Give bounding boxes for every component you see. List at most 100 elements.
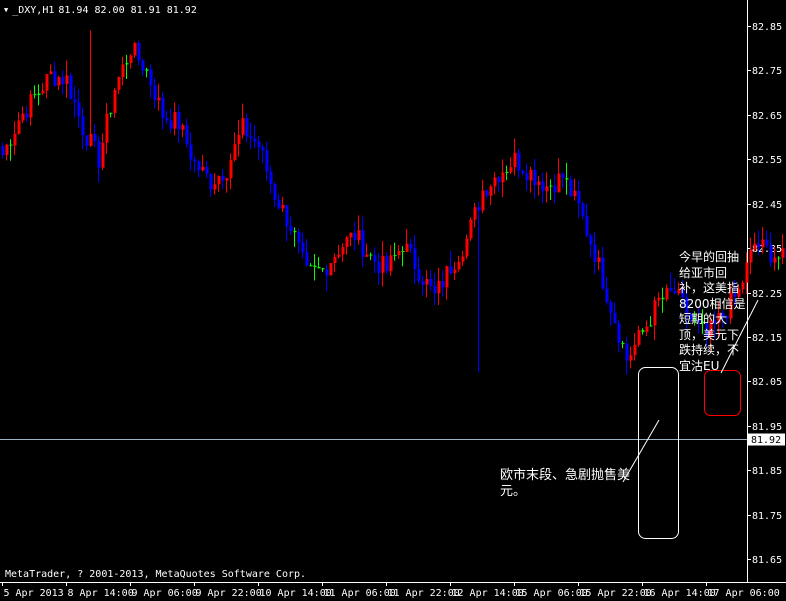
- candle-body: [33, 94, 37, 96]
- candle-body: [349, 232, 353, 238]
- candle-body: [665, 287, 669, 300]
- candle-body: [105, 113, 109, 143]
- candle-body: [293, 230, 297, 233]
- candle-body: [45, 74, 49, 91]
- time-tick-label: 17 Apr 06:00: [708, 588, 780, 599]
- candle-body: [449, 266, 453, 274]
- candle-body: [465, 238, 469, 257]
- candle-body: [521, 170, 525, 174]
- candle-body: [209, 173, 213, 190]
- time-tick-label: 5 Apr 2013: [4, 588, 64, 599]
- candle-body: [753, 243, 757, 250]
- candle-body: [633, 344, 637, 356]
- ohlc-readout: 81.94 82.00 81.91 81.92: [58, 4, 197, 16]
- candle-body: [577, 190, 581, 204]
- price-tick-label: 82.65: [752, 111, 782, 122]
- candle-body: [509, 167, 513, 172]
- candle-body: [385, 256, 389, 272]
- candle-body: [277, 200, 281, 209]
- candle-body: [553, 185, 557, 193]
- candle-body: [549, 185, 553, 187]
- candle-body: [81, 116, 85, 136]
- candle-body: [49, 71, 53, 75]
- candle-body: [137, 42, 141, 61]
- candle-body: [757, 243, 761, 248]
- candle-body: [149, 69, 153, 86]
- candle-body: [525, 173, 529, 181]
- time-tick-label: 15 Apr 22:00: [580, 588, 652, 599]
- dropdown-triangle-icon[interactable]: ▼: [4, 5, 8, 15]
- chart-window: 82.85 82.75 82.65 82.55 82.45 82.35 82.25 82.15…: [0, 0, 786, 601]
- candle-body: [21, 113, 25, 121]
- candle-body: [177, 112, 181, 130]
- selloff-annotation: 欧市末段、急剧抛售美元。: [500, 468, 631, 499]
- candle-body: [493, 177, 497, 187]
- candle-body: [269, 171, 273, 184]
- candle-body: [373, 255, 377, 262]
- price-tick-label: 82.55: [752, 155, 782, 166]
- candle-body: [561, 173, 565, 179]
- candle-body: [65, 75, 69, 85]
- candle-body: [453, 269, 457, 274]
- candle-body: [265, 150, 269, 172]
- candle-body: [477, 207, 481, 211]
- current-price-label: 81.92: [751, 435, 781, 446]
- candle-body: [257, 141, 261, 148]
- candle-body: [773, 257, 777, 263]
- candle-body: [261, 147, 265, 151]
- price-chart[interactable]: 82.85 82.75 82.65 82.55 82.45 82.35 82.25 82.15…: [0, 0, 786, 601]
- candle-body: [301, 242, 305, 253]
- candle-body: [397, 250, 401, 256]
- candle-body: [281, 204, 285, 209]
- candle-body: [461, 256, 465, 262]
- candle-body: [317, 267, 321, 269]
- candle-body: [325, 269, 329, 276]
- candle-body: [117, 77, 121, 90]
- candle-body: [129, 55, 133, 64]
- candle-body: [597, 257, 601, 262]
- candle-body: [401, 250, 405, 252]
- candle-body: [429, 279, 433, 286]
- time-tick-label: 16 Apr 14:00: [644, 588, 716, 599]
- price-tick-label: 82.45: [752, 200, 782, 211]
- candle-body: [97, 141, 101, 168]
- candle-body: [409, 243, 413, 249]
- candle-body: [189, 144, 193, 160]
- candle-body: [777, 257, 781, 259]
- candle-body: [365, 254, 369, 257]
- candle-body: [417, 268, 421, 281]
- candle-body: [469, 219, 473, 239]
- candle-body: [225, 178, 229, 181]
- candle-body: [353, 232, 357, 240]
- candle-body: [457, 261, 461, 270]
- candle-body: [565, 178, 569, 180]
- candle-body: [389, 255, 393, 272]
- candle-body: [413, 248, 417, 269]
- candle: [329, 262, 333, 276]
- candle-body: [769, 245, 773, 263]
- candle-body: [113, 89, 117, 113]
- candle-body: [181, 125, 185, 130]
- candle-body: [309, 265, 313, 267]
- chart-background: [0, 0, 786, 601]
- chart-header: ▼ _DXY,H1 81.94 82.00 81.91 81.92: [4, 3, 197, 17]
- candle-body: [437, 280, 441, 294]
- candle-body: [629, 355, 633, 361]
- candle-body: [1, 146, 5, 156]
- candle-body: [305, 252, 309, 266]
- price-tick-label: 82.25: [752, 289, 782, 300]
- candle-body: [197, 161, 201, 171]
- candle-body: [569, 179, 573, 197]
- candle-body: [601, 257, 605, 289]
- candle-body: [381, 256, 385, 273]
- candle-body: [425, 279, 429, 285]
- time-tick-label: 12 Apr 14:00: [452, 588, 524, 599]
- candle-body: [201, 166, 205, 171]
- candle-body: [489, 186, 493, 196]
- candle-body: [441, 280, 445, 288]
- candle-body: [545, 186, 549, 192]
- candle-body: [73, 99, 77, 103]
- candle-body: [749, 249, 753, 263]
- candle-body: [17, 120, 21, 134]
- candle-body: [581, 203, 585, 217]
